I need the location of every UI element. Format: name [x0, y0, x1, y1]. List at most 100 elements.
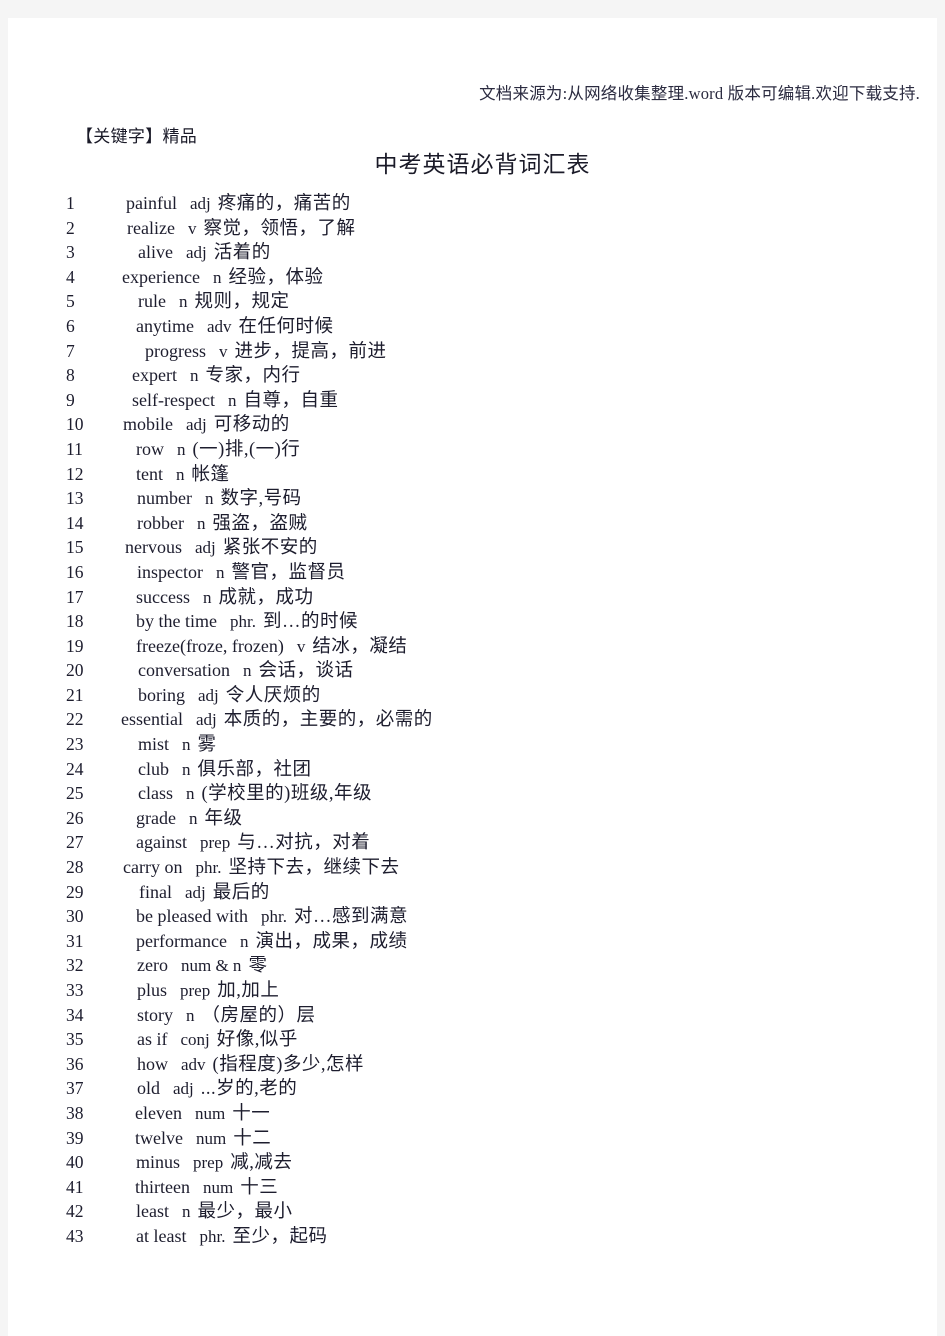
- part-of-speech: v: [219, 341, 228, 361]
- english-word: rule: [138, 291, 166, 312]
- row-index: 34: [66, 1004, 84, 1025]
- vocabulary-row: 31 performance n 演出，成果，成绩: [8, 929, 937, 954]
- chinese-definition: (学校里的)班级,年级: [201, 784, 372, 805]
- part-of-speech: n: [227, 390, 237, 410]
- chinese-definition: 令人厌烦的: [225, 685, 321, 706]
- row-content: twelve num 十二: [135, 1126, 271, 1152]
- part-of-speech: adv: [181, 1054, 206, 1074]
- row-content: painful adj 疼痛的，痛苦的: [126, 191, 351, 217]
- chinese-definition: (一)排,(一)行: [192, 439, 301, 460]
- vocabulary-row: 10 mobile adj 可移动的: [8, 412, 937, 437]
- row-content: final adj 最后的: [139, 880, 270, 906]
- vocabulary-row: 14 robber n 强盗，盗贼: [8, 511, 937, 536]
- english-word: mist: [138, 734, 170, 755]
- chinese-definition: 可移动的: [213, 415, 290, 436]
- english-word: realize: [127, 217, 175, 238]
- vocabulary-row: 16 inspector n 警官，监督员: [8, 560, 937, 585]
- vocabulary-row: 40 minus prep 减,减去: [8, 1150, 937, 1175]
- part-of-speech: adj: [185, 882, 206, 902]
- english-word: class: [138, 783, 173, 804]
- row-content: thirteen num 十三: [135, 1175, 278, 1201]
- vocabulary-row: 2 realize v 察觉，领悟，了解: [8, 216, 937, 241]
- row-index: 39: [66, 1127, 84, 1148]
- row-content: be pleased with phr. 对…感到满意: [136, 904, 408, 930]
- vocabulary-row: 4 experience n 经验，体验: [8, 265, 937, 290]
- row-index: 22: [66, 709, 84, 730]
- english-word: alive: [138, 242, 173, 263]
- row-content: grade n 年级: [136, 806, 243, 832]
- vocabulary-row: 33 plus prep 加,加上: [8, 978, 937, 1003]
- row-index: 43: [66, 1225, 84, 1246]
- part-of-speech: n: [196, 513, 206, 533]
- row-content: against prep 与…对抗，对着: [136, 830, 370, 856]
- english-word: story: [137, 1004, 173, 1025]
- vocabulary-row: 35 as if conj 好像,似乎: [8, 1027, 937, 1052]
- part-of-speech: n: [177, 439, 186, 459]
- row-content: class n (学校里的)班级,年级: [138, 781, 372, 807]
- row-index: 31: [66, 930, 84, 951]
- row-content: least n 最少，最小: [136, 1199, 293, 1225]
- chinese-definition: 好像,似乎: [216, 1030, 298, 1051]
- row-content: experience n 经验，体验: [122, 265, 323, 291]
- vocabulary-row: 27 against prep 与…对抗，对着: [8, 830, 937, 855]
- row-content: mist n 雾: [138, 732, 217, 758]
- row-index: 7: [66, 340, 75, 361]
- part-of-speech: n: [189, 366, 199, 386]
- row-content: freeze(froze, frozen) v 结冰，凝结: [136, 634, 407, 660]
- part-of-speech: phr.: [229, 612, 256, 632]
- row-index: 13: [66, 488, 84, 509]
- vocabulary-row: 43 at least phr. 至少，起码: [8, 1224, 937, 1249]
- row-content: alive adj 活着的: [138, 240, 271, 266]
- row-index: 3: [66, 242, 75, 263]
- vocabulary-row: 32 zero num & n 零: [8, 953, 937, 978]
- part-of-speech: num: [195, 1128, 227, 1148]
- part-of-speech: adj: [198, 685, 219, 705]
- english-word: number: [137, 488, 192, 509]
- row-content: at least phr. 至少，起码: [136, 1224, 327, 1250]
- part-of-speech: adj: [195, 710, 217, 730]
- part-of-speech: prep: [180, 981, 211, 1000]
- vocabulary-row: 37 old adj ...岁的,老的: [8, 1076, 937, 1101]
- row-index: 21: [66, 684, 84, 705]
- row-content: inspector n 警官，监督员: [137, 560, 346, 586]
- source-note: 文档来源为:从网络收集整理.word 版本可编辑.欢迎下载支持.: [479, 84, 920, 103]
- english-word: be pleased with: [136, 906, 248, 927]
- vocabulary-row: 28 carry on phr. 坚持下去，继续下去: [8, 855, 937, 880]
- page-title: 中考英语必背词汇表: [374, 152, 591, 177]
- chinese-definition: 雾: [197, 735, 217, 756]
- vocabulary-row: 6 anytime adv 在任何时候: [8, 314, 937, 339]
- row-content: number n 数字,号码: [137, 486, 302, 512]
- row-content: anytime adv 在任何时候: [136, 314, 334, 340]
- row-content: mobile adj 可移动的: [123, 412, 290, 438]
- english-word: eleven: [135, 1102, 182, 1123]
- part-of-speech: n: [186, 784, 195, 804]
- chinese-definition: 察觉，领悟，了解: [203, 218, 356, 239]
- part-of-speech: adj: [173, 1079, 194, 1099]
- row-content: plus prep 加,加上: [137, 978, 279, 1004]
- row-content: story n （房屋的）层: [137, 1003, 316, 1029]
- english-word: club: [138, 758, 169, 779]
- row-index: 42: [66, 1201, 84, 1222]
- row-index: 19: [66, 635, 84, 656]
- row-content: zero num & n 零: [137, 953, 267, 979]
- row-index: 8: [66, 365, 75, 386]
- row-index: 37: [66, 1078, 84, 1099]
- english-word: success: [136, 586, 190, 607]
- english-word: essential: [121, 709, 183, 730]
- english-word: mobile: [123, 414, 173, 435]
- row-content: tent n 帐篷: [136, 462, 230, 488]
- vocabulary-row: 24 club n 俱乐部，社团: [8, 757, 937, 782]
- vocabulary-row: 26 grade n 年级: [8, 806, 937, 831]
- row-index: 11: [66, 438, 83, 459]
- chinese-definition: 俱乐部，社团: [197, 759, 312, 780]
- row-index: 40: [66, 1152, 84, 1173]
- english-word: experience: [122, 266, 200, 287]
- part-of-speech: adj: [195, 538, 216, 558]
- row-index: 2: [66, 217, 75, 238]
- chinese-definition: 经验，体验: [228, 267, 324, 288]
- english-word: anytime: [136, 315, 194, 336]
- english-word: as if: [137, 1029, 168, 1050]
- part-of-speech: adj: [190, 194, 211, 213]
- part-of-speech: n: [215, 562, 225, 582]
- chinese-definition: ...岁的,老的: [200, 1079, 298, 1100]
